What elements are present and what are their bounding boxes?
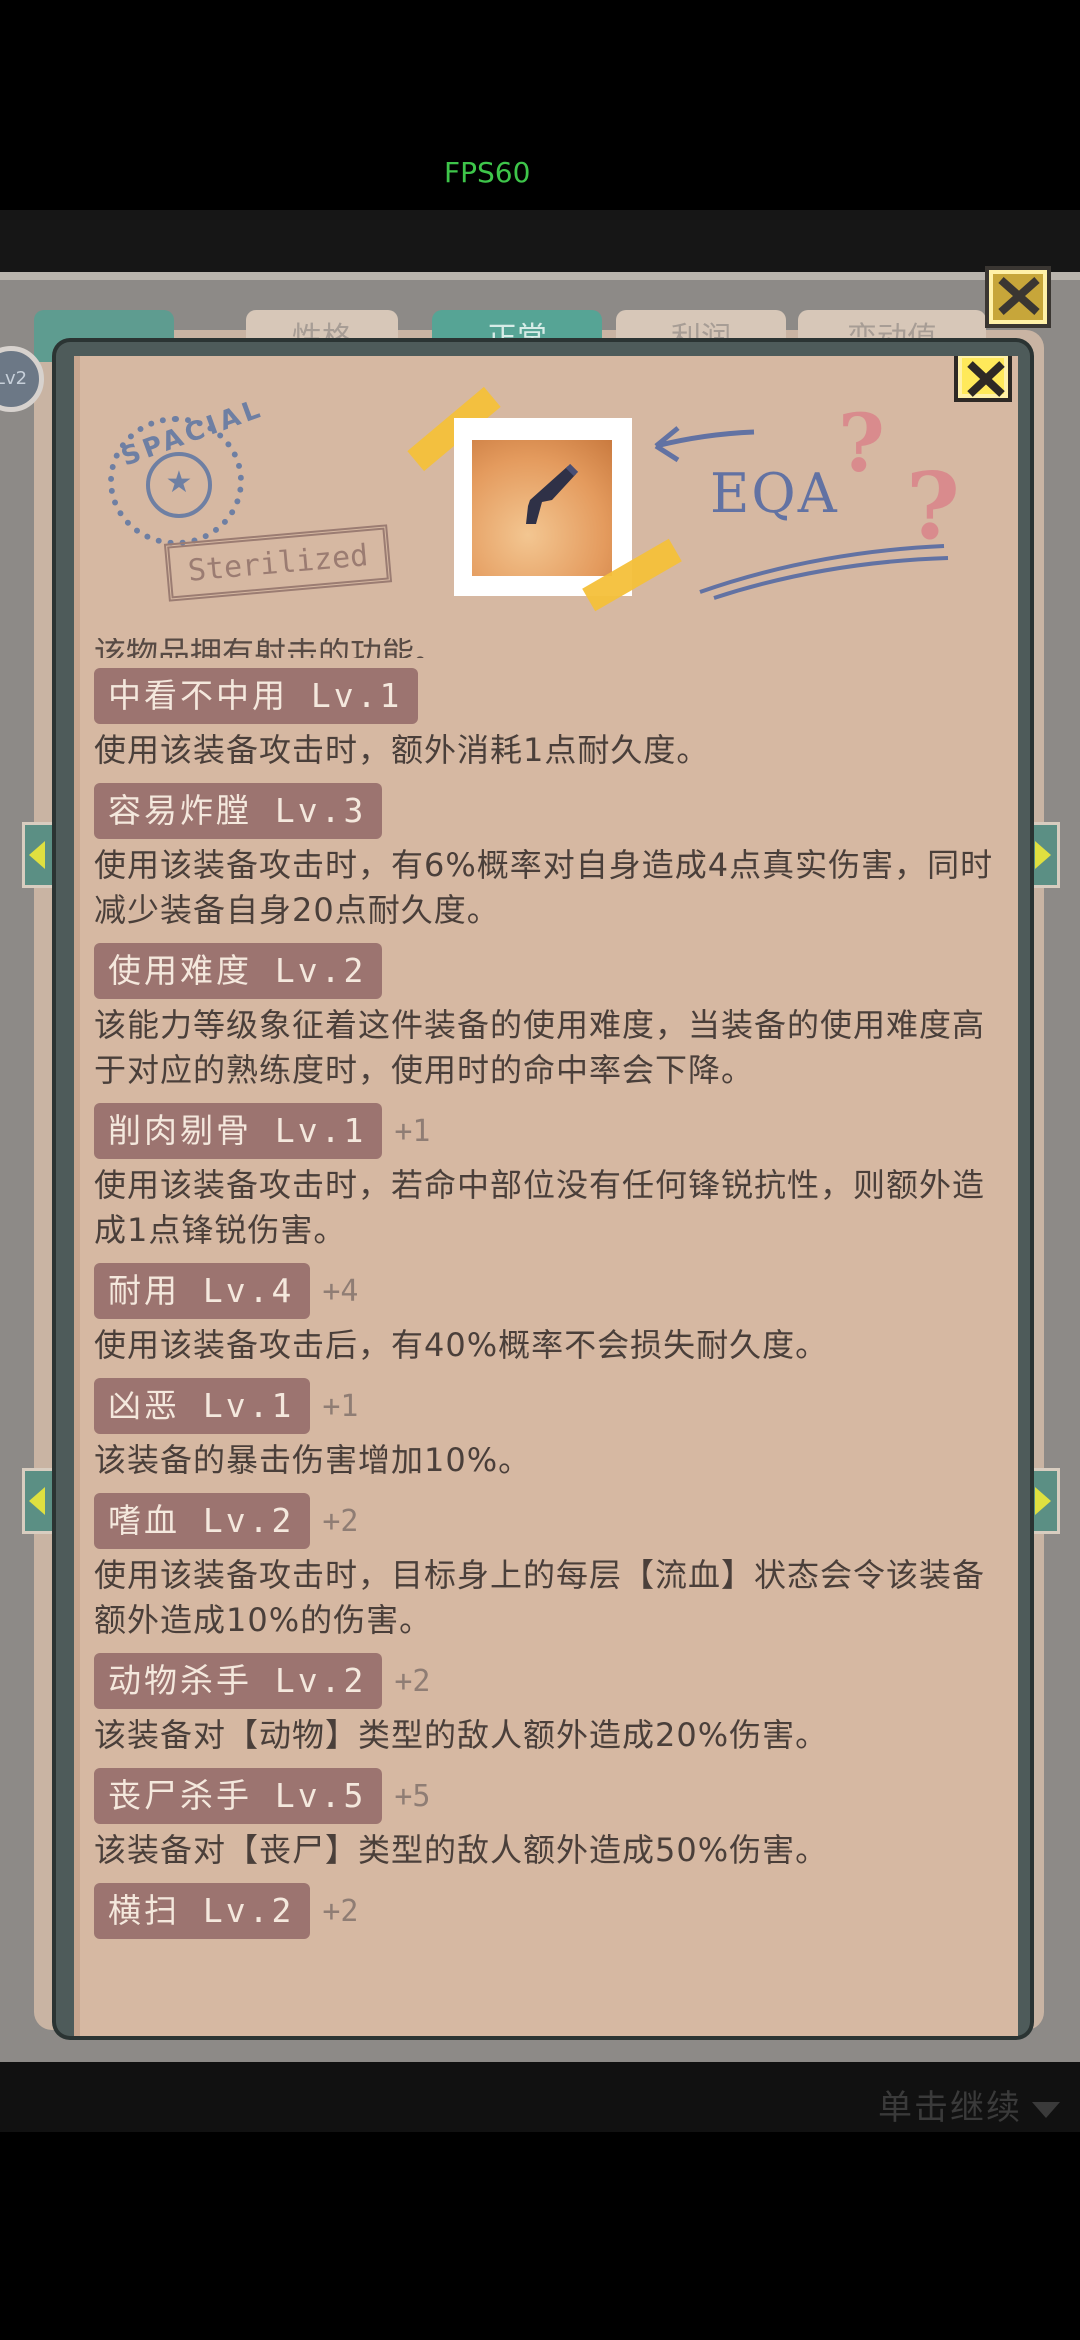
continue-label: 单击继续 — [878, 2088, 1022, 2128]
ability-name[interactable]: 凶恶 Lv.1 — [94, 1378, 311, 1434]
ability-bonus: +4 — [322, 1273, 359, 1309]
ability-row: 动物杀手 Lv.2 +2 — [94, 1651, 994, 1711]
ability-name[interactable]: 中看不中用 Lv.1 — [94, 668, 419, 724]
tap-to-continue[interactable]: 单击继续 — [878, 2080, 1060, 2129]
ability-row: 耐用 Lv.4 +4 — [94, 1261, 994, 1321]
ability-name[interactable]: 嗜血 Lv.2 — [94, 1493, 311, 1549]
chevron-down-icon — [1032, 2101, 1060, 2118]
ability-description: 该装备对【丧尸】类型的敌人额外造成50%伤害。 — [94, 1831, 829, 1869]
paper-edge — [74, 356, 80, 2036]
ability-description: 该能力等级象征着这件装备的使用难度，当装备的使用难度高于对应的熟练度时，使用时的… — [94, 1006, 986, 1089]
ability-description: 使用该装备攻击后，有40%概率不会损失耐久度。 — [94, 1326, 829, 1364]
ability-description: 使用该装备攻击时，额外消耗1点耐久度。 — [94, 731, 710, 769]
item-image-frame — [454, 418, 632, 596]
ability-bonus: +1 — [322, 1388, 359, 1424]
ability-row: 使用难度 Lv.2 — [94, 941, 994, 1001]
cutoff-description: 该物品拥有射击的功能。 — [94, 638, 447, 658]
ability-name[interactable]: 丧尸杀手 Lv.5 — [94, 1768, 383, 1824]
ability-description: 使用该装备攻击时，目标身上的每层【流血】状态会令该装备额外造成10%的伤害。 — [94, 1556, 986, 1639]
ability-row: 容易炸膛 Lv.3 — [94, 781, 994, 841]
background-close-button[interactable] — [985, 266, 1051, 328]
item-header: ★ SPACIAL Sterilized EQA ? ? — [74, 356, 1018, 612]
fps-counter: FPS60 — [444, 156, 531, 189]
ability-row: 削肉剔骨 Lv.1 +1 — [94, 1101, 994, 1161]
prev-arrow-icon[interactable] — [22, 822, 58, 888]
item-image — [472, 440, 612, 576]
ability-bonus: +1 — [394, 1113, 431, 1149]
question-mark-doodle: ? — [838, 396, 885, 490]
eqa-doodle: EQA — [710, 462, 839, 525]
ability-description: 该装备的暴击伤害增加10%。 — [94, 1441, 532, 1479]
ability-row: 横扫 Lv.2 +2 — [94, 1881, 994, 1941]
pistol-icon — [526, 463, 579, 524]
ability-description: 使用该装备攻击时，有6%概率对自身造成4点真实伤害，同时减少装备自身20点耐久度… — [94, 846, 994, 929]
item-detail-paper: ★ SPACIAL Sterilized EQA ? ? 该物品拥有射击的功能。… — [74, 356, 1018, 2036]
ability-bonus: +5 — [394, 1778, 431, 1814]
scribble-doodle-icon — [699, 544, 949, 600]
ability-bonus: +2 — [322, 1503, 359, 1539]
close-button[interactable] — [954, 356, 1012, 402]
ability-list: 该物品拥有射击的功能。 中看不中用 Lv.1 使用该装备攻击时，额外消耗1点耐久… — [94, 638, 994, 1943]
ability-row: 中看不中用 Lv.1 — [94, 666, 994, 726]
ability-row: 嗜血 Lv.2 +2 — [94, 1491, 994, 1551]
ability-bonus: +2 — [394, 1663, 431, 1699]
ability-description: 该装备对【动物】类型的敌人额外造成20%伤害。 — [94, 1716, 829, 1754]
ability-name[interactable]: 容易炸膛 Lv.3 — [94, 783, 383, 839]
ability-name[interactable]: 耐用 Lv.4 — [94, 1263, 311, 1319]
ability-name[interactable]: 横扫 Lv.2 — [94, 1883, 311, 1939]
ability-name[interactable]: 使用难度 Lv.2 — [94, 943, 383, 999]
top-bar — [0, 210, 1080, 272]
close-x-icon — [998, 277, 1040, 315]
ability-name[interactable]: 动物杀手 Lv.2 — [94, 1653, 383, 1709]
ability-row: 丧尸杀手 Lv.5 +5 — [94, 1766, 994, 1826]
ability-description: 使用该装备攻击时，若命中部位没有任何锋锐抗性，则额外造成1点锋锐伤害。 — [94, 1166, 986, 1249]
ability-name[interactable]: 削肉剔骨 Lv.1 — [94, 1103, 383, 1159]
ability-row: 凶恶 Lv.1 +1 — [94, 1376, 994, 1436]
close-x-icon — [967, 361, 1005, 397]
ability-bonus: +2 — [322, 1893, 359, 1929]
prev-arrow-icon-lower[interactable] — [22, 1468, 58, 1534]
